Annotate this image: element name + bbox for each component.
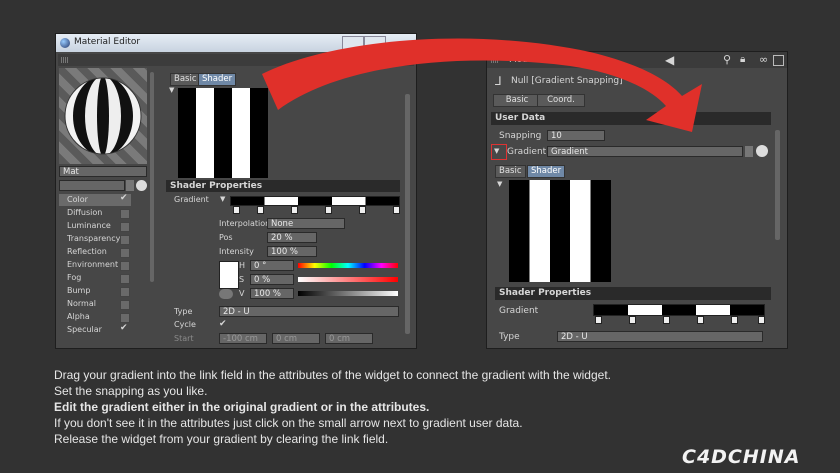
caption-line-3: Edit the gradient either in the original… — [54, 400, 430, 414]
red-arrow-shape — [262, 38, 702, 132]
caption-line-2: Set the snapping as you like. — [54, 384, 208, 398]
c4dchina-logo: C4DCHINA — [682, 446, 801, 468]
caption-line-4: If you don't see it in the attributes ju… — [54, 416, 523, 430]
caption-line-1: Drag your gradient into the link field i… — [54, 368, 611, 382]
caption-line-5: Release the widget from your gradient by… — [54, 432, 389, 446]
